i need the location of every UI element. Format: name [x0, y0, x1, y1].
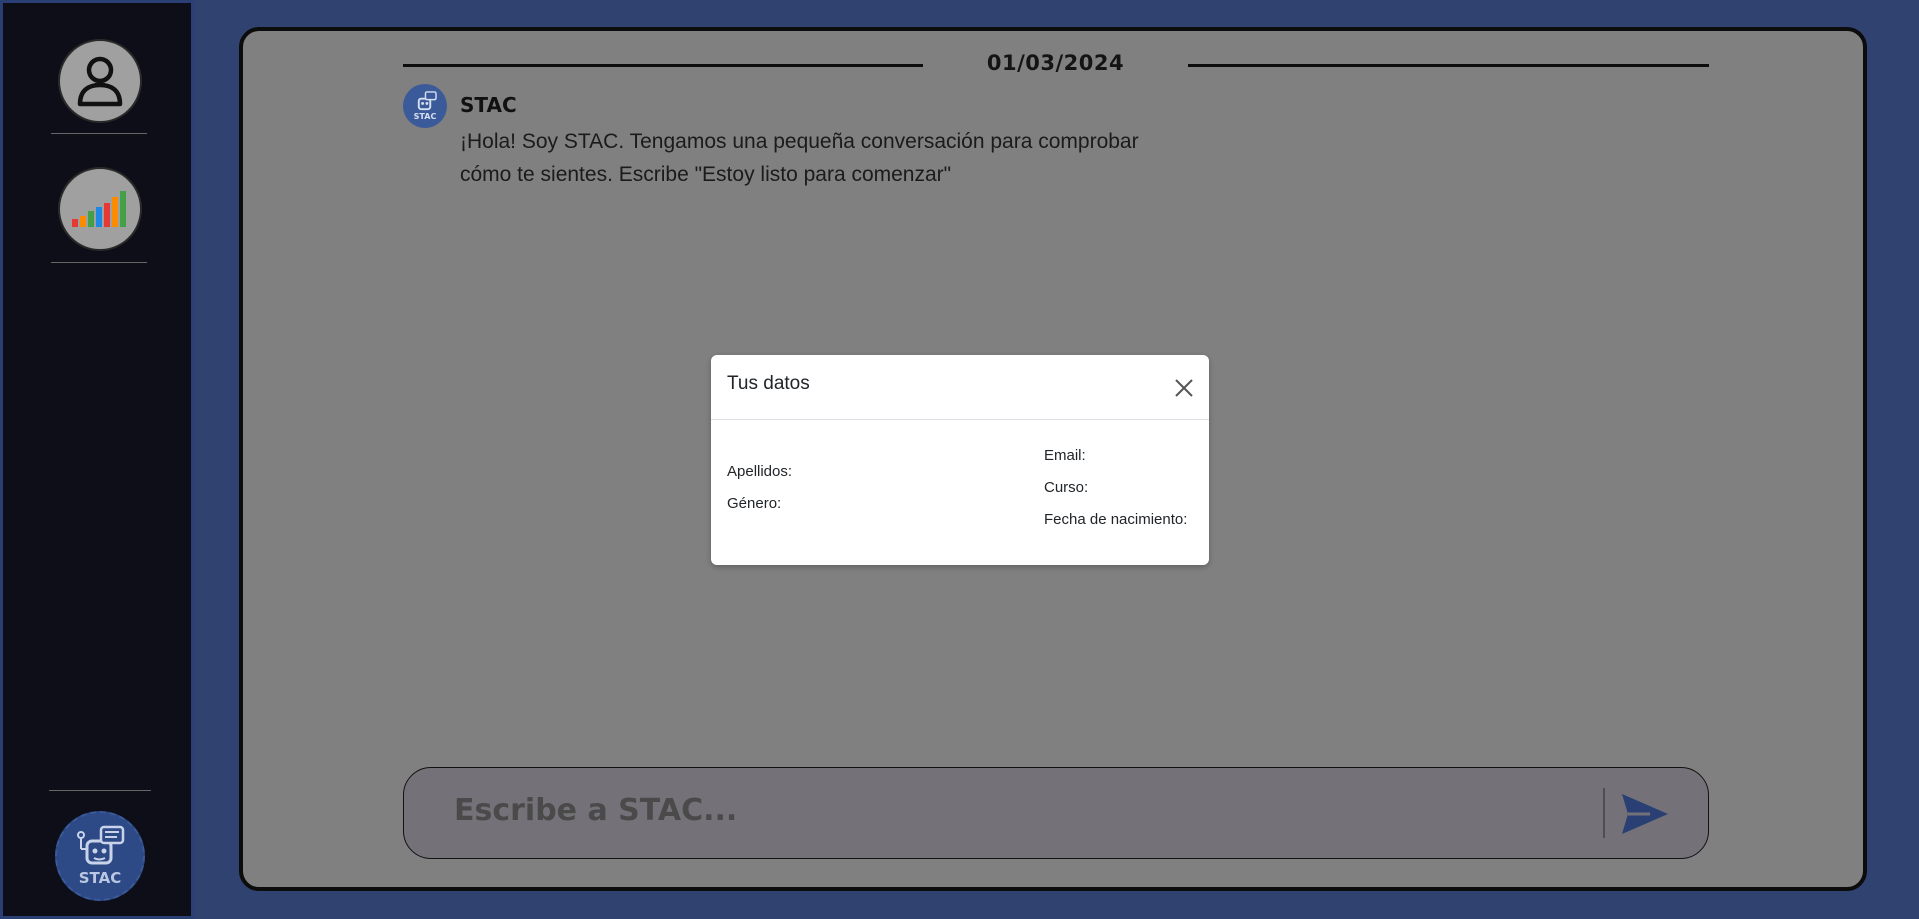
sidebar-divider — [51, 133, 147, 134]
modal-close-button[interactable] — [1173, 377, 1195, 399]
sidebar-divider — [49, 790, 151, 791]
statistics-button[interactable] — [58, 167, 142, 251]
profile-button[interactable] — [58, 39, 142, 123]
chat-date: 01/03/2024 — [986, 51, 1125, 75]
sidebar-divider — [51, 262, 147, 263]
send-icon — [1622, 794, 1668, 834]
field-curso: Curso: — [1044, 479, 1089, 496]
user-data-modal: Tus datos Apellidos: Género: Email: Curs… — [711, 355, 1209, 565]
close-icon — [1175, 379, 1193, 397]
modal-divider — [711, 419, 1209, 420]
date-divider-right — [1188, 64, 1709, 67]
field-apellidos: Apellidos: — [727, 463, 793, 480]
message-sender: STAC — [460, 93, 517, 117]
field-fecha-nacimiento: Fecha de nacimiento: — [1044, 511, 1188, 528]
message-text: ¡Hola! Soy STAC. Tengamos una pequeña co… — [460, 130, 1139, 186]
stac-logo: STAC — [55, 811, 145, 901]
stac-logo-label: STAC — [78, 869, 122, 887]
input-divider — [1603, 788, 1605, 838]
modal-title: Tus datos — [727, 373, 810, 394]
bot-avatar: STAC — [403, 84, 447, 128]
date-divider-left — [403, 64, 923, 67]
sidebar: STAC — [0, 0, 194, 919]
user-icon — [77, 56, 123, 107]
chat-input-placeholder: Escribe a STAC... — [454, 793, 738, 828]
send-button[interactable] — [1617, 790, 1673, 838]
bar-chart-icon — [72, 191, 126, 227]
robot-icon — [77, 825, 125, 865]
field-genero: Género: — [727, 495, 782, 512]
chat-input[interactable]: Escribe a STAC... — [403, 767, 1709, 859]
field-email: Email: — [1044, 447, 1086, 464]
bot-avatar-label: STAC — [413, 112, 437, 121]
robot-icon — [417, 91, 437, 111]
